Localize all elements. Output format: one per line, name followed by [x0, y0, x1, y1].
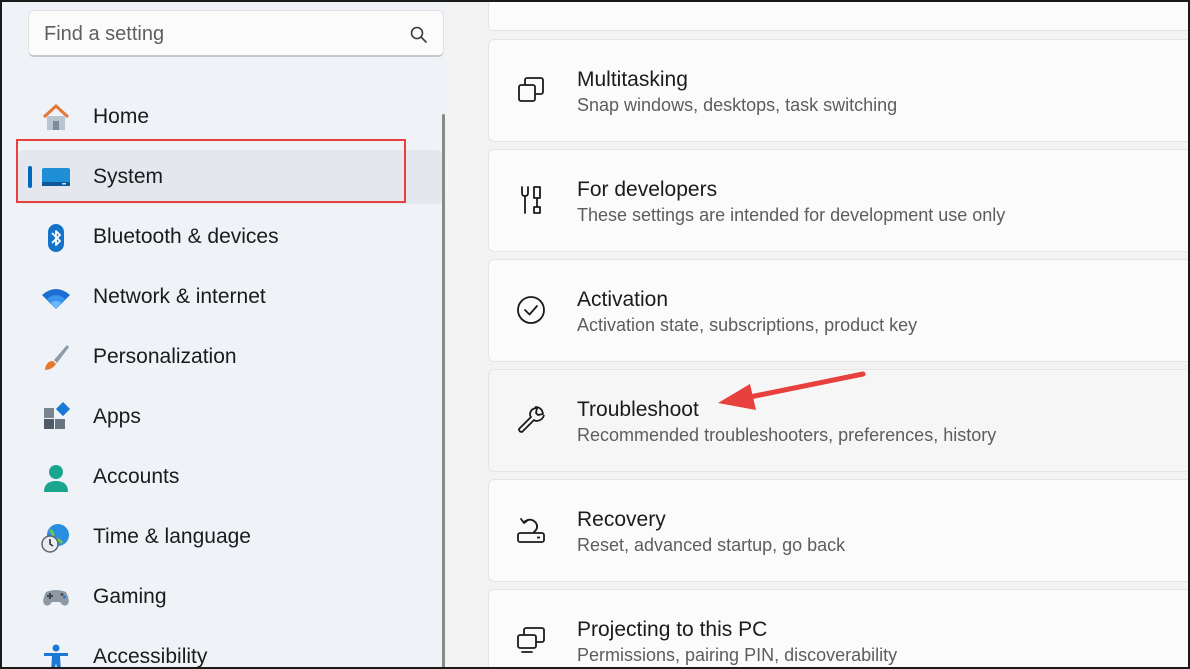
wrench-icon	[518, 406, 545, 433]
card-title: For developers	[577, 178, 718, 201]
developer-tools-icon	[521, 186, 541, 214]
settings-card-partial[interactable]	[488, 0, 1190, 31]
sidebar-item-personalization[interactable]: Personalization	[18, 330, 442, 384]
sidebar-scrollbar[interactable]	[442, 114, 445, 669]
sidebar-item-bluetooth[interactable]: Bluetooth & devices	[18, 210, 442, 264]
wifi-icon	[42, 289, 70, 309]
settings-card-projecting[interactable]: Projecting to this PC Permissions, pairi…	[488, 589, 1190, 669]
search-icon[interactable]	[409, 25, 429, 45]
sidebar-item-apps[interactable]: Apps	[18, 390, 442, 444]
settings-card-multitasking[interactable]: Multitasking Snap windows, desktops, tas…	[488, 39, 1190, 142]
check-circle-icon	[517, 296, 545, 324]
bluetooth-icon	[48, 224, 64, 252]
search-input[interactable]: Find a setting	[44, 23, 164, 46]
card-description: Recommended troubleshooters, preferences…	[577, 425, 997, 445]
sidebar-item-label: Personalization	[93, 345, 237, 368]
search-box[interactable]: Find a setting	[28, 10, 444, 57]
sidebar-item-label: Network & internet	[93, 285, 266, 308]
card-description: Reset, advanced startup, go back	[577, 535, 846, 555]
sidebar-item-label: Apps	[93, 405, 141, 428]
sidebar-item-time-language[interactable]: Time & language	[18, 510, 442, 564]
card-title: Recovery	[577, 508, 666, 531]
sidebar: Find a setting Home System Bluetooth & d…	[2, 2, 446, 669]
multitasking-icon	[518, 77, 544, 102]
settings-card-recovery[interactable]: Recovery Reset, advanced startup, go bac…	[488, 479, 1190, 582]
gamepad-icon	[43, 590, 69, 606]
annotation-arrow-icon	[718, 371, 866, 410]
projecting-icon	[517, 627, 545, 653]
sidebar-item-gaming[interactable]: Gaming	[18, 570, 442, 624]
sidebar-item-label: Accessibility	[93, 645, 208, 668]
recovery-icon	[517, 518, 545, 543]
sidebar-item-accessibility[interactable]: Accessibility	[18, 630, 442, 669]
sidebar-item-network[interactable]: Network & internet	[18, 270, 442, 324]
settings-card-activation[interactable]: Activation Activation state, subscriptio…	[488, 259, 1190, 362]
accounts-icon	[44, 465, 68, 492]
home-icon	[42, 104, 70, 130]
card-title: Multitasking	[577, 68, 688, 91]
main-content: Multitasking Snap windows, desktops, tas…	[446, 0, 1190, 669]
globe-clock-icon	[41, 524, 69, 553]
card-description: Activation state, subscriptions, product…	[577, 315, 918, 335]
card-description: Permissions, pairing PIN, discoverabilit…	[577, 645, 898, 665]
sidebar-item-label: Gaming	[93, 585, 167, 608]
card-title: Activation	[577, 288, 669, 311]
accessibility-icon	[44, 644, 68, 669]
brush-icon	[45, 345, 69, 370]
annotation-highlight-box	[16, 139, 406, 203]
card-description: Snap windows, desktops, task switching	[577, 95, 898, 115]
settings-card-developers[interactable]: For developers These settings are intend…	[488, 149, 1190, 252]
sidebar-item-home[interactable]: Home	[18, 90, 442, 144]
sidebar-item-accounts[interactable]: Accounts	[18, 450, 442, 504]
apps-icon	[44, 402, 71, 429]
card-title: Troubleshoot	[577, 398, 699, 421]
sidebar-item-label: Accounts	[93, 465, 180, 488]
sidebar-item-label: Bluetooth & devices	[93, 225, 279, 248]
card-title: Projecting to this PC	[577, 618, 768, 641]
card-description: These settings are intended for developm…	[577, 205, 1006, 225]
sidebar-item-label: Home	[93, 105, 150, 128]
sidebar-item-label: Time & language	[93, 525, 251, 548]
